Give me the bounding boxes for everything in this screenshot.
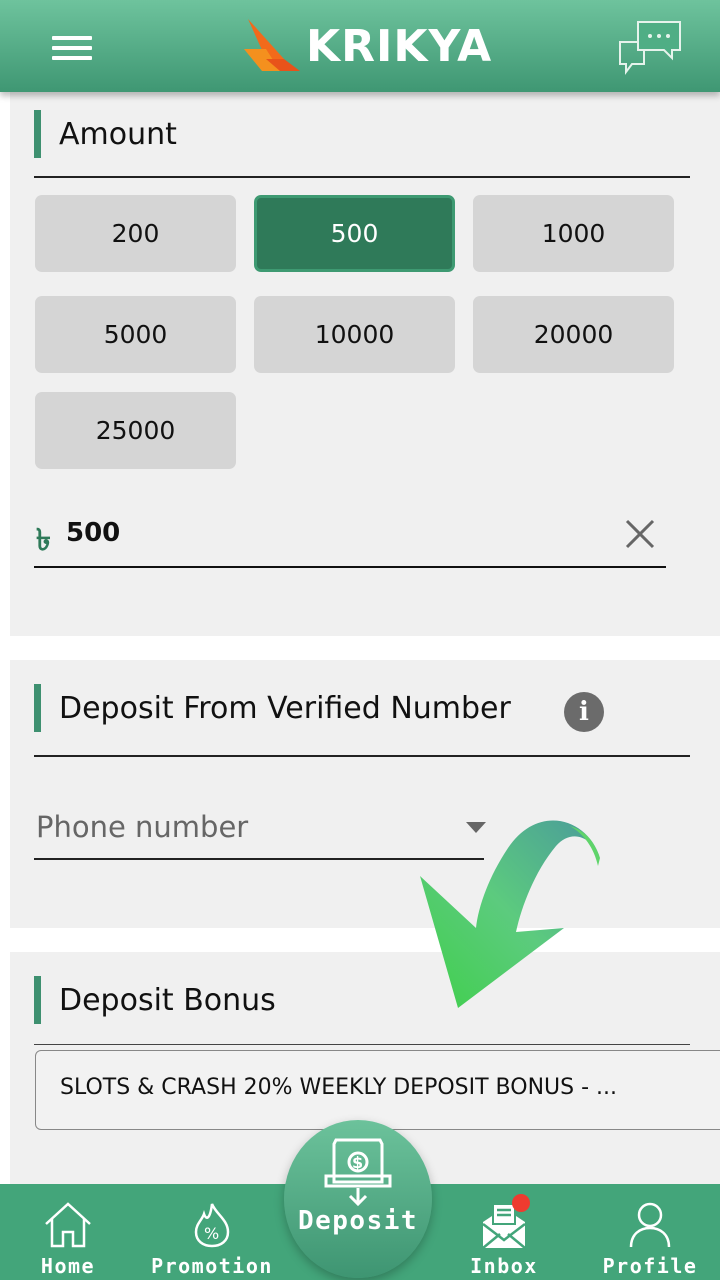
nav-promotion[interactable]: % Promotion	[150, 1184, 274, 1280]
amount-chip-25000[interactable]: 25000	[35, 392, 236, 469]
nav-profile[interactable]: Profile	[603, 1184, 696, 1280]
info-icon[interactable]: i	[564, 692, 604, 732]
amount-chip-5000[interactable]: 5000	[35, 296, 236, 373]
deposit-page: KRIKYA Amount 200 500 1000 5000 10000 20…	[0, 0, 720, 1280]
amount-title-text: Amount	[59, 116, 177, 152]
taka-currency-icon: ৳	[36, 524, 51, 557]
amount-chip-500[interactable]: 500	[254, 195, 455, 272]
deposit-button[interactable]: $ Deposit	[284, 1120, 432, 1278]
profile-user-icon	[629, 1202, 671, 1248]
verified-section-title: Deposit From Verified Number	[34, 684, 511, 732]
app-header: KRIKYA	[0, 0, 720, 92]
svg-text:$: $	[352, 1153, 363, 1172]
krikya-logo-icon	[244, 19, 300, 71]
close-x-icon[interactable]	[624, 518, 656, 550]
brand-name: KRIKYA	[306, 20, 493, 72]
deposit-label: Deposit	[297, 1206, 419, 1236]
svg-text:%: %	[204, 1224, 219, 1243]
nav-home-label: Home	[40, 1254, 96, 1278]
phone-number-select[interactable]: Phone number	[34, 800, 486, 860]
nav-profile-label: Profile	[602, 1254, 698, 1278]
bonus-select[interactable]: SLOTS & CRASH 20% WEEKLY DEPOSIT BONUS -…	[35, 1050, 720, 1130]
amount-chip-10000[interactable]: 10000	[254, 296, 455, 373]
brand-logo[interactable]: KRIKYA	[244, 18, 492, 74]
accent-bar	[34, 976, 41, 1024]
verified-divider	[34, 755, 690, 757]
accent-bar	[34, 110, 41, 158]
amount-section-title: Amount	[34, 110, 177, 158]
amount-input-value: 500	[66, 518, 121, 548]
home-icon	[45, 1202, 91, 1248]
verified-number-card: Deposit From Verified Number i Phone num…	[10, 660, 720, 928]
promotion-fire-percent-icon: %	[194, 1202, 230, 1248]
amount-divider	[34, 176, 690, 178]
nav-home[interactable]: Home	[28, 1184, 108, 1280]
amount-card: Amount 200 500 1000 5000 10000 20000 250…	[10, 92, 720, 636]
amount-input[interactable]: ৳ 500	[34, 512, 666, 568]
phone-number-placeholder: Phone number	[36, 810, 249, 844]
bonus-title-text: Deposit Bonus	[59, 982, 276, 1018]
bonus-section-title: Deposit Bonus	[34, 976, 276, 1024]
amount-chip-1000[interactable]: 1000	[473, 195, 674, 272]
caret-down-icon	[466, 822, 486, 833]
nav-inbox[interactable]: Inbox	[464, 1184, 544, 1280]
bonus-divider	[34, 1044, 690, 1045]
deposit-cash-icon: $	[324, 1138, 392, 1207]
inbox-unread-badge	[512, 1194, 530, 1212]
amount-chip-20000[interactable]: 20000	[473, 296, 674, 373]
verified-title-text: Deposit From Verified Number	[59, 690, 511, 726]
nav-inbox-label: Inbox	[470, 1254, 538, 1278]
accent-bar	[34, 684, 41, 732]
hamburger-menu-icon[interactable]	[52, 36, 92, 62]
amount-chip-200[interactable]: 200	[35, 195, 236, 272]
selected-bonus-text: SLOTS & CRASH 20% WEEKLY DEPOSIT BONUS -…	[60, 1075, 618, 1100]
chat-bubbles-icon[interactable]	[618, 20, 684, 76]
nav-promotion-label: Promotion	[151, 1254, 273, 1278]
